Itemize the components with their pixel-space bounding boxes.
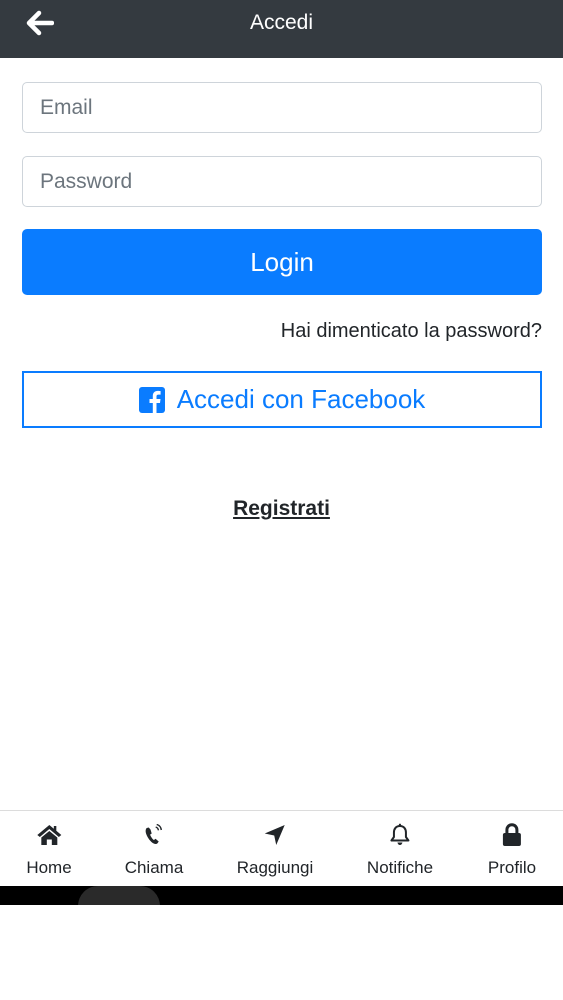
tab-label: Home — [26, 858, 72, 877]
email-input[interactable] — [22, 82, 542, 133]
tab-profilo[interactable]: Profilo — [488, 811, 536, 887]
lock-icon — [502, 822, 522, 848]
tab-label: Raggiungi — [236, 858, 314, 877]
tab-raggiungi[interactable]: Raggiungi — [236, 811, 314, 887]
password-input[interactable] — [22, 156, 542, 207]
home-gesture-pill[interactable] — [78, 886, 160, 905]
forgot-password-link[interactable]: Hai dimenticato la password? — [281, 320, 542, 343]
register-link-row: Registrati — [0, 497, 563, 521]
location-arrow-icon — [264, 822, 286, 848]
app-header: Accedi — [0, 0, 563, 58]
login-button[interactable]: Login — [22, 229, 542, 295]
tab-label: Chiama — [124, 858, 184, 877]
tab-home[interactable]: Home — [26, 811, 72, 887]
system-navigation-bar — [0, 886, 563, 905]
tab-chiama[interactable]: Chiama — [124, 811, 184, 887]
bottom-tab-bar: Home Chiama Raggiungi Notifiche Profilo — [0, 810, 563, 887]
tab-label: Notifiche — [366, 858, 434, 877]
facebook-login-label: Accedi con Facebook — [176, 384, 426, 414]
tab-label: Profilo — [487, 858, 537, 877]
home-icon — [36, 822, 62, 848]
page-title: Accedi — [249, 11, 314, 34]
phone-icon — [144, 822, 164, 848]
tab-notifiche[interactable]: Notifiche — [367, 811, 433, 887]
facebook-square-icon — [138, 386, 165, 413]
bell-icon — [389, 822, 411, 848]
facebook-login-button[interactable]: Accedi con Facebook — [22, 371, 542, 428]
register-link[interactable]: Registrati — [233, 497, 330, 520]
